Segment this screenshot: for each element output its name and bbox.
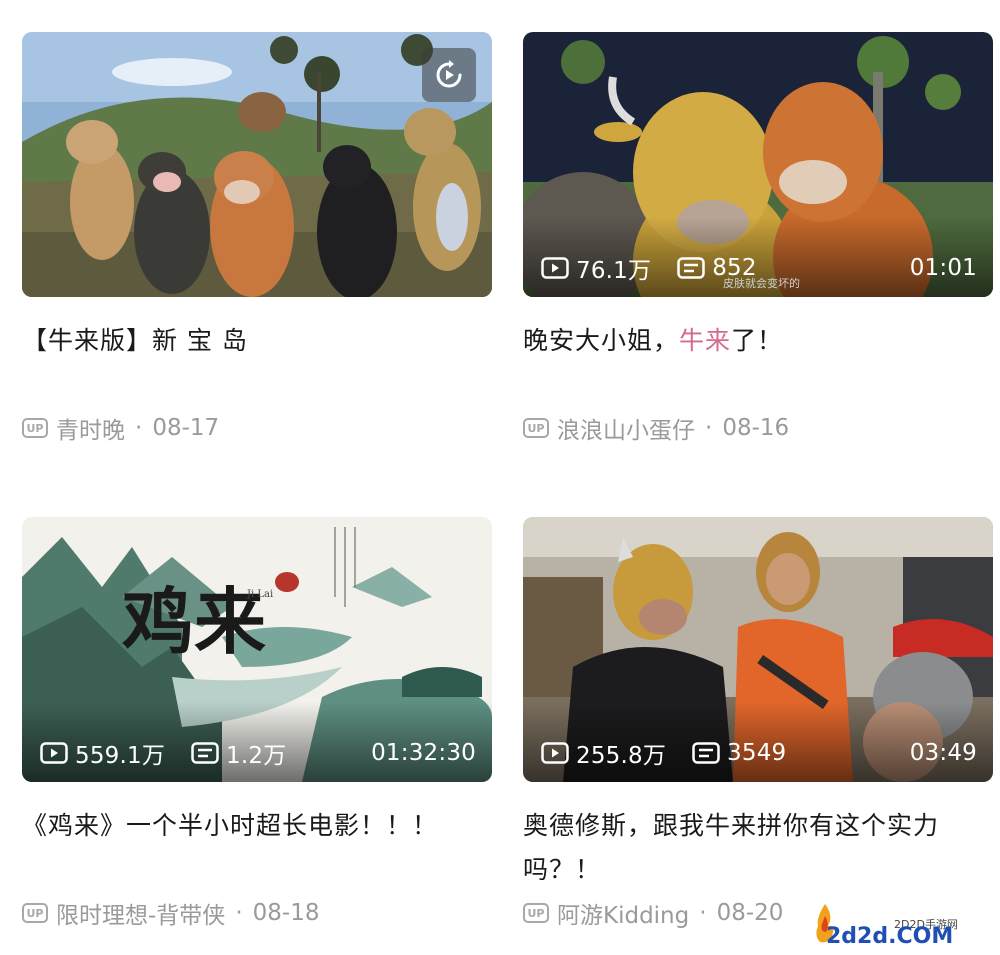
video-meta[interactable]: UP 浪浪山小蛋仔 · 08-16 bbox=[523, 411, 993, 445]
video-duration: 01:32:30 bbox=[371, 740, 476, 766]
video-meta[interactable]: UP 限时理想-背带侠 · 08-18 bbox=[22, 896, 492, 930]
video-thumbnail[interactable]: 255.8万 3549 03:49 bbox=[523, 517, 993, 782]
danmaku-icon bbox=[692, 742, 720, 764]
upload-date: 08-17 bbox=[152, 415, 220, 441]
up-badge-icon: UP bbox=[22, 418, 48, 438]
video-card[interactable]: 255.8万 3549 03:49 奥德修斯，跟我牛来拼你有这个实力吗？！ UP… bbox=[523, 517, 993, 930]
danmaku-icon bbox=[191, 742, 219, 764]
uploader-name[interactable]: 阿游Kidding bbox=[557, 896, 689, 930]
up-badge-icon: UP bbox=[22, 903, 48, 923]
uploader-name[interactable]: 限时理想-背带侠 bbox=[56, 896, 225, 930]
replay-button[interactable] bbox=[422, 48, 476, 102]
video-duration: 03:49 bbox=[909, 740, 977, 766]
video-thumbnail[interactable] bbox=[22, 32, 492, 297]
danmaku-count: 3549 bbox=[692, 740, 786, 766]
separator: · bbox=[235, 900, 243, 926]
up-badge-icon: UP bbox=[523, 418, 549, 438]
play-count-icon bbox=[541, 257, 569, 279]
video-duration: 01:01 bbox=[909, 255, 977, 281]
uploader-name[interactable]: 浪浪山小蛋仔 bbox=[557, 411, 695, 445]
replay-icon bbox=[436, 60, 462, 88]
view-count: 255.8万 bbox=[541, 736, 666, 770]
video-title[interactable]: 奥德修斯，跟我牛来拼你有这个实力吗？！ bbox=[523, 804, 943, 892]
video-title[interactable]: 《鸡来》一个半小时超长电影！！！ bbox=[22, 804, 492, 892]
upload-date: 08-16 bbox=[722, 415, 790, 441]
video-thumbnail[interactable]: 皮肤就会变坏的 76.1万 852 01:01 bbox=[523, 32, 993, 297]
video-title[interactable]: 晚安大小姐，牛来了！ bbox=[523, 319, 993, 407]
watermark-domain: 2d2d.COM bbox=[826, 924, 954, 949]
video-title[interactable]: 【牛来版】新 宝 岛 bbox=[22, 319, 492, 407]
separator: · bbox=[135, 415, 143, 441]
separator: · bbox=[705, 415, 713, 441]
video-stats: 255.8万 3549 03:49 bbox=[541, 736, 977, 770]
play-count-icon bbox=[541, 742, 569, 764]
art-title-char: 鸡来 bbox=[122, 579, 266, 664]
upload-date: 08-20 bbox=[716, 900, 784, 926]
video-stats: 76.1万 852 01:01 bbox=[541, 251, 977, 285]
art-subtitle: Ji Lai bbox=[246, 589, 273, 600]
video-thumbnail[interactable]: 鸡来 Ji Lai 559.1万 1.2万 01:32:30 bbox=[22, 517, 492, 782]
view-count: 76.1万 bbox=[541, 251, 651, 285]
video-stats: 559.1万 1.2万 01:32:30 bbox=[40, 736, 476, 770]
video-card[interactable]: 鸡来 Ji Lai 559.1万 1.2万 01:32:30 《鸡来》一个半小时… bbox=[22, 517, 492, 930]
danmaku-count: 1.2万 bbox=[191, 736, 286, 770]
title-highlight: 牛来 bbox=[679, 326, 732, 355]
video-card[interactable]: 皮肤就会变坏的 76.1万 852 01:01 晚安大小姐，牛来了！ UP 浪浪… bbox=[523, 32, 993, 445]
danmaku-icon bbox=[677, 257, 705, 279]
danmaku-count: 852 bbox=[677, 255, 757, 281]
video-meta[interactable]: UP 青时晚 · 08-17 bbox=[22, 411, 492, 445]
play-count-icon bbox=[40, 742, 68, 764]
site-watermark: 2D2D手游网 2d2d.COM bbox=[812, 900, 992, 950]
video-card[interactable]: 【牛来版】新 宝 岛 UP 青时晚 · 08-17 bbox=[22, 32, 492, 445]
separator: · bbox=[699, 900, 707, 926]
upload-date: 08-18 bbox=[252, 900, 320, 926]
up-badge-icon: UP bbox=[523, 903, 549, 923]
uploader-name[interactable]: 青时晚 bbox=[56, 411, 125, 445]
view-count: 559.1万 bbox=[40, 736, 165, 770]
